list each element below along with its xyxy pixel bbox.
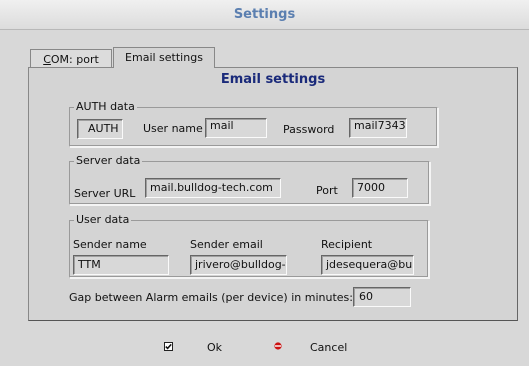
sender-email-label: Sender email <box>190 238 263 251</box>
gap-field[interactable]: 60 <box>353 287 411 307</box>
title-bar: Settings <box>0 0 529 30</box>
tab-email-settings[interactable]: Email settings <box>113 47 215 68</box>
server-url-label: Server URL <box>74 187 136 200</box>
checkbox-icon <box>164 341 173 354</box>
tab-com-port-mnemonic: C <box>43 53 51 66</box>
recipient-field[interactable]: jdesequera@bull <box>321 255 414 275</box>
cancel-label: Cancel <box>310 341 348 354</box>
sender-name-label: Sender name <box>73 238 147 251</box>
auth-field[interactable]: AUTH <box>77 119 123 139</box>
username-field[interactable]: mail <box>205 118 267 138</box>
tab-com-port-label: OM: port <box>50 53 99 66</box>
auth-data-legend: AUTH data <box>74 100 137 113</box>
ok-label: Ok <box>207 341 223 354</box>
username-label: User name <box>143 122 203 135</box>
ok-button[interactable]: Ok <box>164 341 222 354</box>
user-data-legend: User data <box>74 213 132 226</box>
email-settings-panel: Email settings AUTH data AUTH User name … <box>28 67 518 321</box>
sender-email-field[interactable]: jrivero@bulldog-t <box>190 255 287 275</box>
password-field[interactable]: mail7343 <box>349 118 407 138</box>
sender-name-field[interactable]: TTM <box>73 255 169 275</box>
red-dot-icon <box>274 341 282 354</box>
server-url-field[interactable]: mail.bulldog-tech.com <box>145 178 281 198</box>
gap-label: Gap between Alarm emails (per device) in… <box>69 291 353 304</box>
tab-com-port[interactable]: COM: port <box>30 49 112 69</box>
panel-heading: Email settings <box>220 72 326 87</box>
server-data-legend: Server data <box>74 154 143 167</box>
window-title: Settings <box>233 7 296 22</box>
recipient-label: Recipient <box>321 238 373 251</box>
password-label: Password <box>283 123 335 136</box>
cancel-button[interactable]: Cancel <box>274 341 347 354</box>
port-label: Port <box>316 184 338 197</box>
port-field[interactable]: 7000 <box>352 178 408 198</box>
tab-email-settings-label: Email settings <box>125 51 203 64</box>
